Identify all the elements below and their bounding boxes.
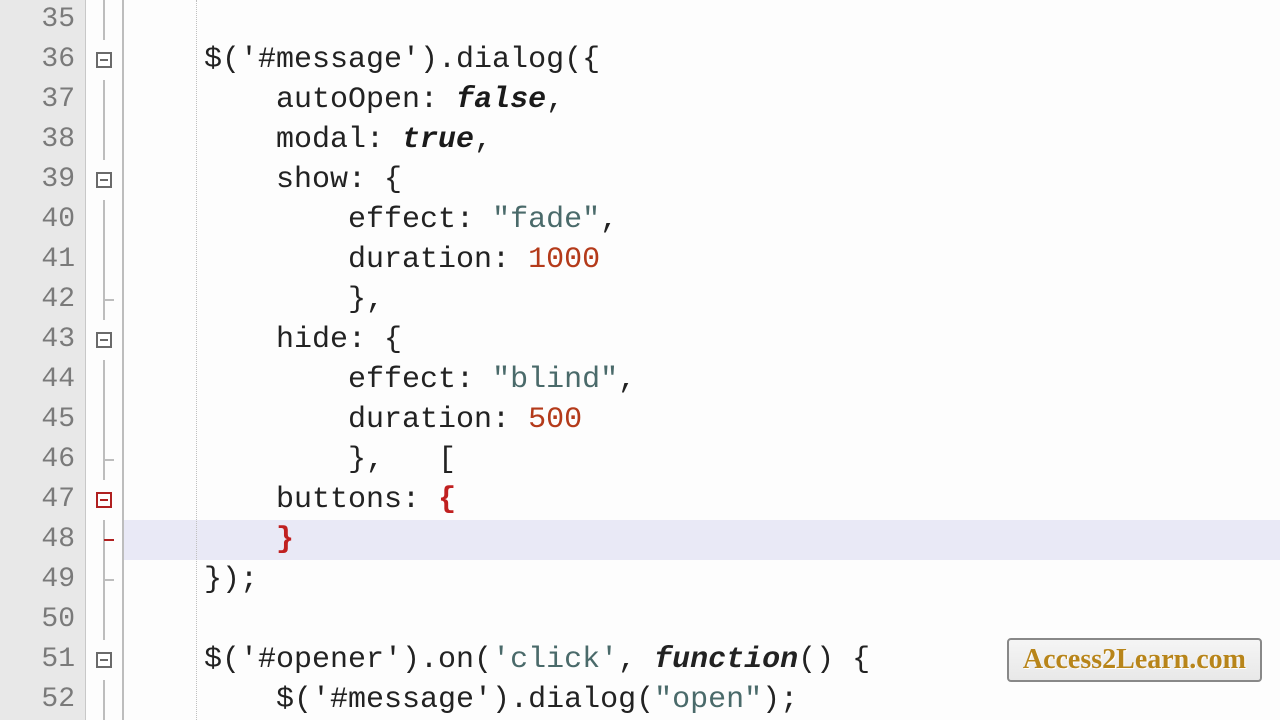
line-number: 51 bbox=[0, 640, 85, 680]
fold-collapse-icon[interactable] bbox=[96, 52, 112, 68]
fold-cell[interactable] bbox=[86, 600, 122, 640]
fold-cell[interactable] bbox=[86, 80, 122, 120]
code-line[interactable]: buttons: { bbox=[124, 480, 1280, 520]
line-number: 44 bbox=[0, 360, 85, 400]
code-line[interactable]: hide: { bbox=[124, 320, 1280, 360]
line-number: 40 bbox=[0, 200, 85, 240]
line-number: 47 bbox=[0, 480, 85, 520]
fold-column[interactable] bbox=[86, 0, 124, 720]
fold-cell[interactable] bbox=[86, 520, 122, 560]
fold-cell[interactable] bbox=[86, 400, 122, 440]
code-line[interactable] bbox=[124, 0, 1280, 40]
line-number: 48 bbox=[0, 520, 85, 560]
code-area[interactable]: $('#message').dialog({ autoOpen: false, … bbox=[124, 0, 1280, 720]
fold-cell[interactable] bbox=[86, 360, 122, 400]
fold-cell[interactable] bbox=[86, 280, 122, 320]
line-number: 38 bbox=[0, 120, 85, 160]
line-number: 50 bbox=[0, 600, 85, 640]
code-line[interactable]: duration: 500 bbox=[124, 400, 1280, 440]
code-line[interactable]: } bbox=[124, 520, 1280, 560]
code-line[interactable]: show: { bbox=[124, 160, 1280, 200]
fold-cell[interactable] bbox=[86, 440, 122, 480]
fold-cell[interactable] bbox=[86, 640, 122, 680]
fold-cell[interactable] bbox=[86, 200, 122, 240]
line-number: 52 bbox=[0, 680, 85, 720]
fold-cell[interactable] bbox=[86, 680, 122, 720]
fold-cell[interactable] bbox=[86, 120, 122, 160]
code-line[interactable]: duration: 1000 bbox=[124, 240, 1280, 280]
line-number: 39 bbox=[0, 160, 85, 200]
line-number: 42 bbox=[0, 280, 85, 320]
line-number: 49 bbox=[0, 560, 85, 600]
code-line[interactable]: effect: "fade", bbox=[124, 200, 1280, 240]
code-line[interactable]: modal: true, bbox=[124, 120, 1280, 160]
code-line[interactable]: $('#message').dialog("open"); bbox=[124, 680, 1280, 720]
code-line[interactable]: effect: "blind", bbox=[124, 360, 1280, 400]
fold-cell[interactable] bbox=[86, 40, 122, 80]
line-number: 41 bbox=[0, 240, 85, 280]
fold-cell[interactable] bbox=[86, 160, 122, 200]
code-editor: 353637383940414243444546474849505152 $('… bbox=[0, 0, 1280, 720]
line-number: 43 bbox=[0, 320, 85, 360]
code-line[interactable]: }); bbox=[124, 560, 1280, 600]
fold-collapse-icon[interactable] bbox=[96, 492, 112, 508]
line-number: 36 bbox=[0, 40, 85, 80]
fold-collapse-icon[interactable] bbox=[96, 332, 112, 348]
fold-collapse-icon[interactable] bbox=[96, 652, 112, 668]
fold-collapse-icon[interactable] bbox=[96, 172, 112, 188]
fold-cell[interactable] bbox=[86, 0, 122, 40]
code-line[interactable]: }, bbox=[124, 280, 1280, 320]
line-number: 35 bbox=[0, 0, 85, 40]
fold-cell[interactable] bbox=[86, 480, 122, 520]
watermark-badge: Access2Learn.com bbox=[1007, 638, 1262, 682]
line-number-gutter: 353637383940414243444546474849505152 bbox=[0, 0, 86, 720]
fold-cell[interactable] bbox=[86, 240, 122, 280]
fold-cell[interactable] bbox=[86, 320, 122, 360]
code-line[interactable]: }, [ bbox=[124, 440, 1280, 480]
line-number: 46 bbox=[0, 440, 85, 480]
code-line[interactable]: autoOpen: false, bbox=[124, 80, 1280, 120]
code-line[interactable] bbox=[124, 600, 1280, 640]
fold-cell[interactable] bbox=[86, 560, 122, 600]
line-number: 37 bbox=[0, 80, 85, 120]
line-number: 45 bbox=[0, 400, 85, 440]
code-line[interactable]: $('#message').dialog({ bbox=[124, 40, 1280, 80]
